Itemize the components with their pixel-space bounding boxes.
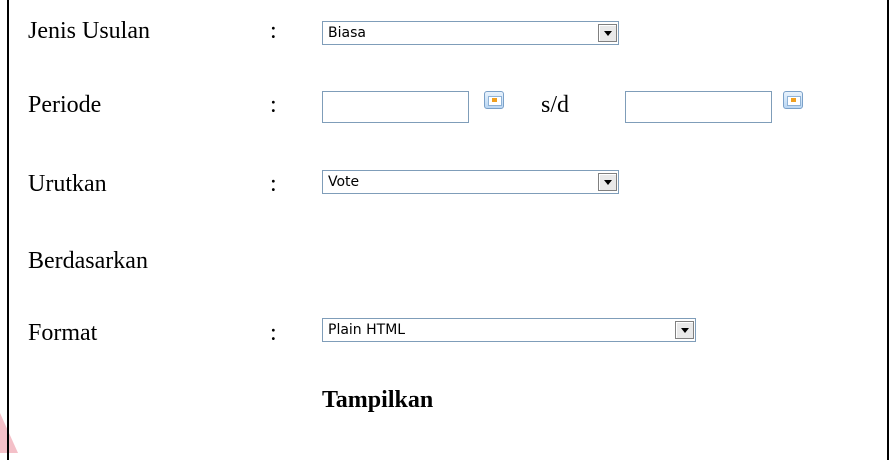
format-select[interactable]: Plain HTML xyxy=(322,318,696,342)
berdasarkan-label: Berdasarkan xyxy=(28,248,148,274)
format-colon: : xyxy=(270,320,277,346)
periode-separator: s/d xyxy=(541,92,570,118)
jenis-usulan-select[interactable]: Biasa xyxy=(322,21,619,45)
jenis-usulan-label: Jenis Usulan xyxy=(28,18,150,44)
form-frame xyxy=(7,0,889,460)
urutkan-colon: : xyxy=(270,171,277,197)
urutkan-value: Vote xyxy=(328,174,360,190)
jenis-usulan-value: Biasa xyxy=(328,25,366,41)
chevron-down-icon[interactable] xyxy=(675,321,694,339)
periode-from-input[interactable] xyxy=(322,91,469,123)
urutkan-label: Urutkan xyxy=(28,171,107,197)
chevron-down-icon[interactable] xyxy=(598,173,617,191)
chevron-down-icon[interactable] xyxy=(598,24,617,42)
periode-label: Periode xyxy=(28,92,102,118)
tampilkan-button[interactable]: Tampilkan xyxy=(322,388,433,412)
periode-colon: : xyxy=(270,92,277,118)
calendar-icon[interactable] xyxy=(783,91,803,109)
calendar-icon[interactable] xyxy=(484,91,504,109)
jenis-usulan-colon: : xyxy=(270,18,277,44)
format-value: Plain HTML xyxy=(328,322,406,338)
periode-to-input[interactable] xyxy=(625,91,772,123)
urutkan-select[interactable]: Vote xyxy=(322,170,619,194)
format-label: Format xyxy=(28,320,98,346)
